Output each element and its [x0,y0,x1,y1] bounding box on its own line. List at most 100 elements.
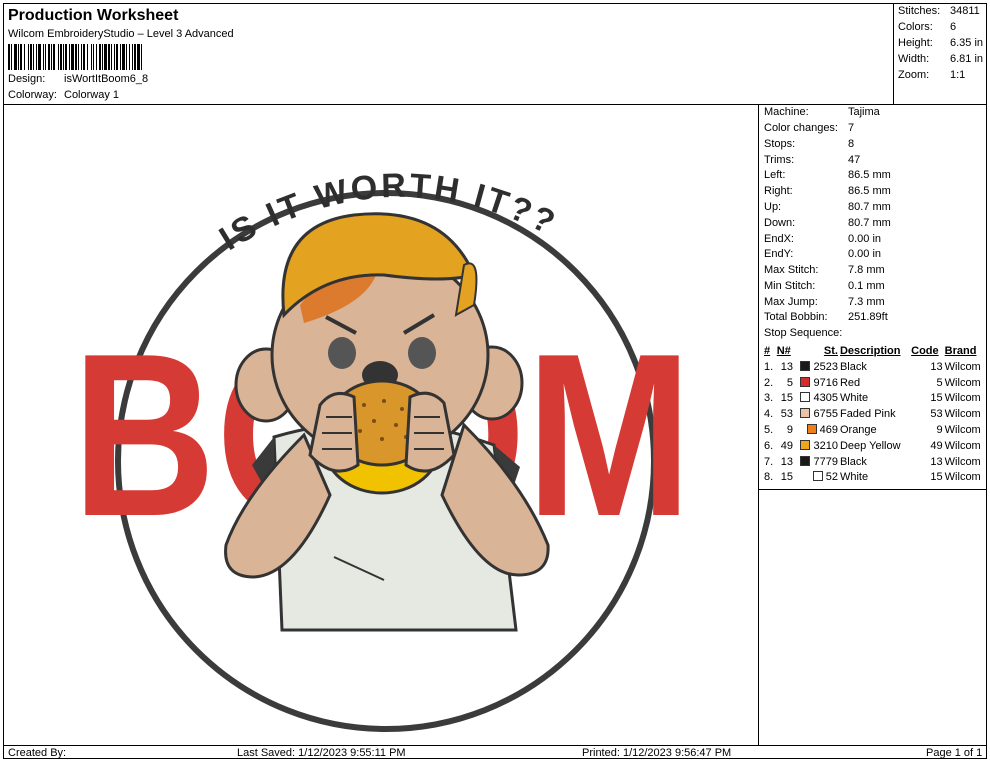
stop-row: 2. 5 9716 Red 5 Wilcom [763,375,987,391]
needle-number: 13 [780,455,793,468]
stitch-count-cell: 52 [794,470,839,486]
color-description: Deep Yellow [839,439,901,452]
embroidery-design-preview: BOOM IS IT WORTH IT?? [4,105,759,745]
summary-row: Zoom: 1:1 [898,69,966,81]
stitch-count: 9716 [813,376,838,389]
page-title: Production Worksheet [8,7,179,24]
table-header-row: # N# St. Description Code Brand [763,343,987,359]
needle-number: 13 [780,360,793,373]
thread-brand: Wilcom [944,471,981,484]
color-description: White [839,471,869,484]
thread-code: 49 [930,439,943,452]
color-description: Black [839,360,867,373]
color-description: Orange [839,424,877,437]
thread-code: 15 [930,471,943,484]
color-description: White [839,392,869,405]
thread-brand: Wilcom [944,408,981,421]
stop-index: 3. [764,392,774,405]
machine-row: Stops: 8 [764,138,855,150]
barcode [8,44,142,70]
stop-row: 3. 15 4305 White 15 Wilcom [763,391,987,407]
thread-brand: Wilcom [944,360,981,373]
color-swatch [800,392,811,403]
machine-row: Up: 80.7 mm [764,201,891,213]
eye-right [408,337,436,369]
stop-index: 1. [764,360,774,373]
needle-number: 15 [780,471,793,484]
machine-info-panel: Machine: Tajima Color changes: 7 Stops: 8 T… [759,105,987,745]
needle-number: 53 [780,408,793,421]
stitch-count-cell: 6755 [794,406,839,422]
worksheet-header: Production Worksheet Wilcom EmbroiderySt… [4,4,894,105]
stitch-count: 4305 [813,392,838,405]
summary-row: Width: 6.81 in [898,53,984,65]
thread-code: 5 [936,376,943,389]
thread-brand: Wilcom [944,455,981,468]
thread-code: 13 [930,360,943,373]
stop-index: 6. [764,439,774,452]
colorway-name: Colorway 1 [64,89,120,101]
stitch-count-cell: 4305 [794,391,839,407]
thread-code: 53 [930,408,943,421]
stop-sequence-divider [759,489,987,490]
machine-row: Total Bobbin: 251.89ft [764,311,888,323]
stitch-count-cell: 469 [794,422,839,438]
color-swatch [806,424,817,435]
stop-index: 2. [764,376,774,389]
stop-row: 1. 13 2523 Black 13 Wilcom [763,359,987,375]
thread-code: 9 [936,424,943,437]
stop-sequence-table: # N# St. Description Code Brand 1. 13 252… [763,343,987,485]
thread-brand: Wilcom [944,439,981,452]
machine-row: Right: 86.5 mm [764,185,891,197]
thread-brand: Wilcom [944,392,981,405]
col-description: Description [839,345,901,357]
stop-index: 4. [764,408,774,421]
stop-sequence-title: Stop Sequence: [764,327,843,339]
design-summary: Stitches: 34811 Colors: 6 Height: 6.35 in W… [894,4,987,105]
machine-row: Color changes: 7 [764,122,855,134]
machine-row: Max Stitch: 7.8 mm [764,264,885,276]
col-code: Code [911,345,939,357]
thread-brand: Wilcom [944,376,981,389]
col-brand: Brand [944,345,977,357]
stitch-count: 7779 [813,455,838,468]
stitch-count-cell: 3210 [794,438,839,454]
stop-index: 5. [764,424,774,437]
color-swatch [812,471,823,482]
design-label: Design: [8,73,46,85]
worksheet: Production Worksheet Wilcom EmbroiderySt… [3,3,987,759]
colorway-label: Colorway: [8,89,57,101]
needle-number: 5 [786,376,793,389]
machine-row: Machine: Tajima [764,106,880,118]
stitch-count: 2523 [813,360,838,373]
stitch-count: 3210 [813,439,838,452]
software-subtitle: Wilcom EmbroideryStudio – Level 3 Advanc… [8,28,234,40]
summary-row: Colors: 6 [898,21,957,33]
machine-row: Down: 80.7 mm [764,217,891,229]
design-name: isWortItBoom6_8 [64,73,149,85]
thread-code: 15 [930,392,943,405]
stitch-count-cell: 9716 [794,375,839,391]
stitch-count: 6755 [813,408,838,421]
design-artwork: BOOM IS IT WORTH IT?? [72,167,692,732]
color-swatch [800,408,811,419]
machine-row: Trims: 47 [764,154,861,166]
stop-row: 6. 49 3210 Deep Yellow 49 Wilcom [763,438,987,454]
color-swatch [800,455,811,466]
page-number: Page 1 of 1 [926,747,983,759]
needle-number: 49 [780,439,793,452]
machine-row: EndY: 0.00 in [764,248,882,260]
last-saved: Last Saved: 1/12/2023 9:55:11 PM [237,747,406,759]
color-swatch [800,376,811,387]
machine-row: EndX: 0.00 in [764,233,882,245]
col-num: # [764,345,771,357]
stop-index: 7. [764,455,774,468]
machine-row: Min Stitch: 0.1 mm [764,280,885,292]
created-by: Created By: [8,747,67,759]
printed-date: Printed: 1/12/2023 9:56:47 PM [582,747,732,759]
machine-row: Left: 86.5 mm [764,169,891,181]
color-description: Red [839,376,861,389]
stitch-count: 52 [825,471,838,484]
thread-brand: Wilcom [944,424,981,437]
col-stitches: St. [823,345,838,357]
